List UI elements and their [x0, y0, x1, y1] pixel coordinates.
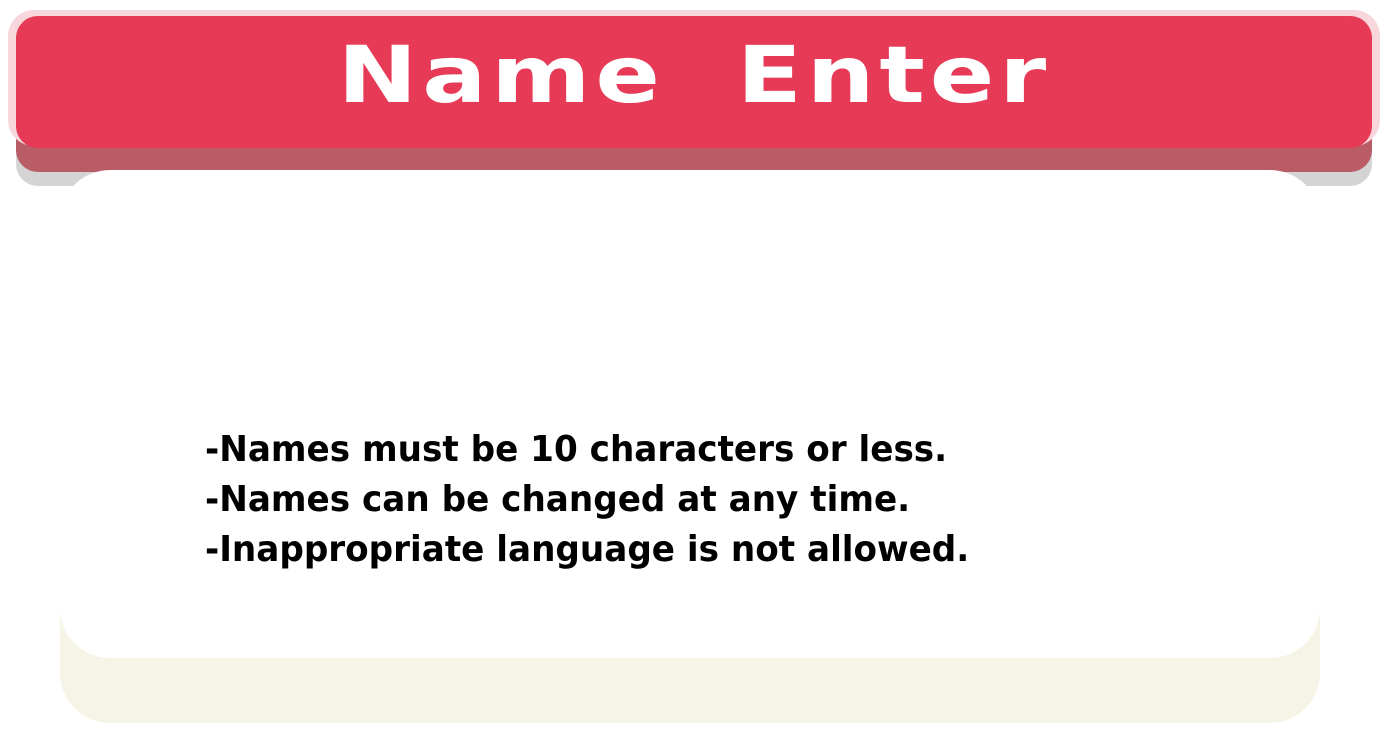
rule-item-length: -Names must be 10 characters or less. — [205, 429, 948, 470]
rules-list: -Names must be 10 characters or less. -N… — [205, 425, 1010, 575]
rule-item-language: -Inappropriate language is not allowed. — [205, 529, 970, 570]
rule-item-change: -Names can be changed at any time. — [205, 479, 911, 520]
name-enter-screen: Name Enter -Names must be 10 characters … — [0, 0, 1388, 748]
page-title: Name Enter — [337, 31, 1051, 121]
content-panel — [60, 170, 1320, 658]
header-banner: Name Enter — [16, 16, 1372, 148]
